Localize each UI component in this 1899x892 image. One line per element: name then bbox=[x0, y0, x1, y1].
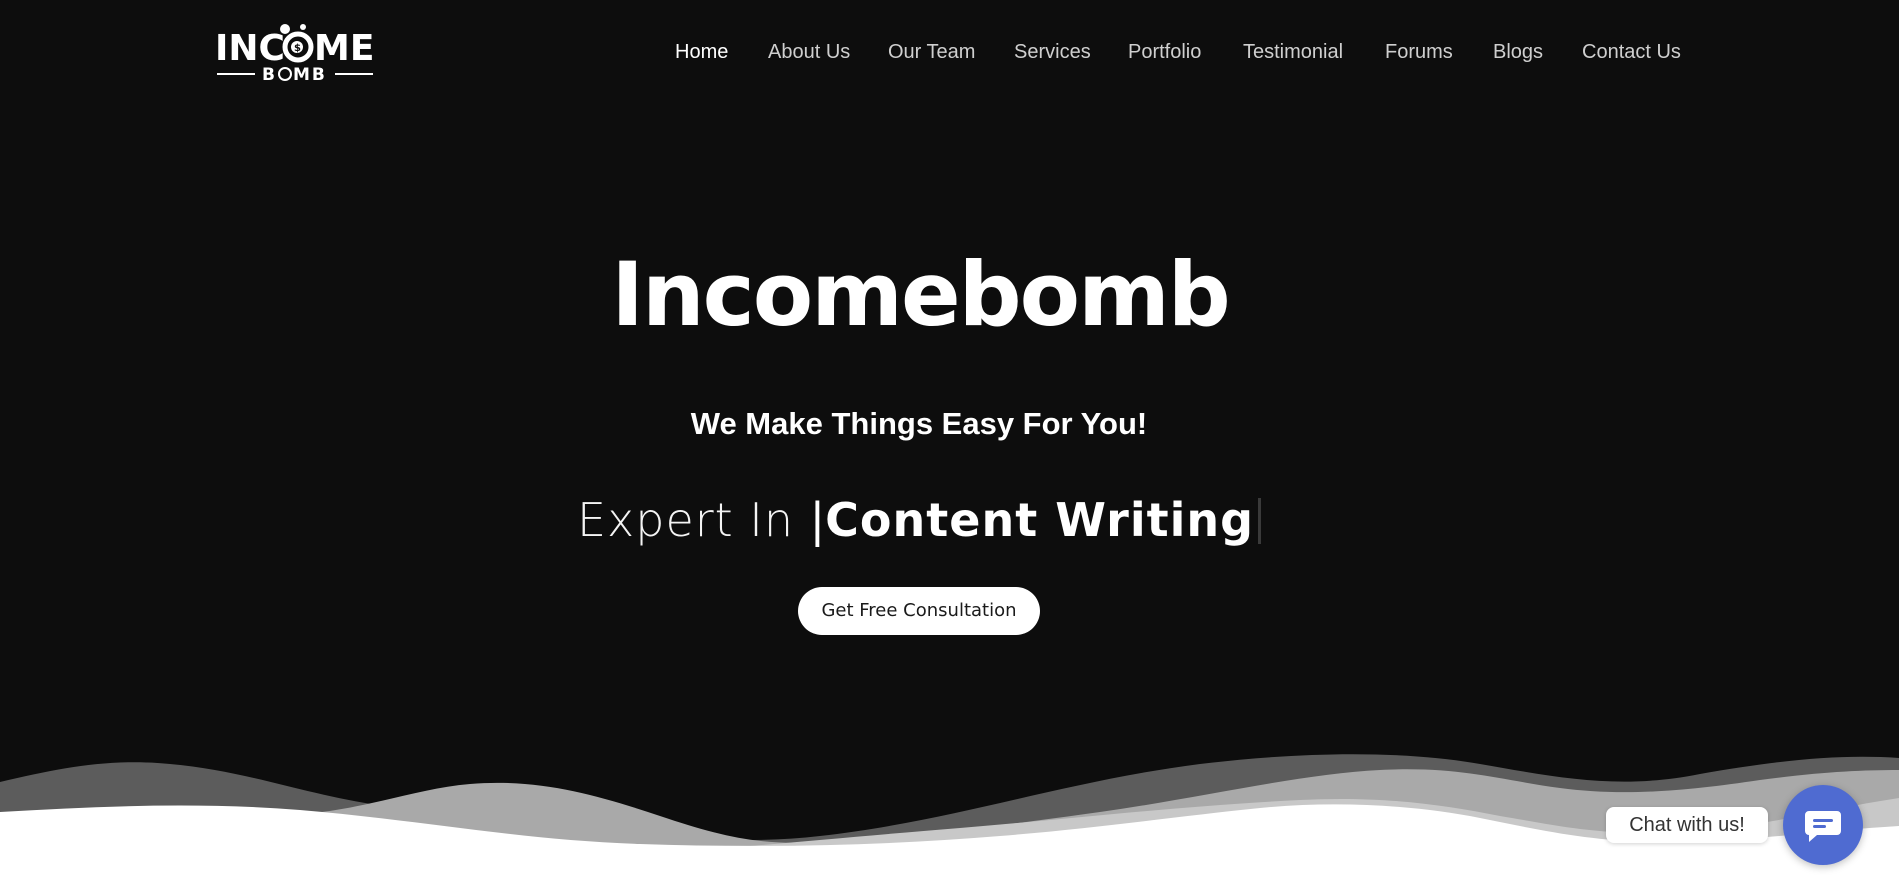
nav-forums[interactable]: Forums bbox=[1385, 38, 1453, 66]
get-free-consultation-button[interactable]: Get Free Consultation bbox=[798, 587, 1040, 635]
expert-rotating-word: Content Writing bbox=[825, 493, 1255, 547]
hero-subtitle: We Make Things Easy For You! bbox=[690, 406, 1148, 441]
chat-bubble-icon bbox=[1805, 811, 1841, 842]
svg-text:B: B bbox=[262, 65, 277, 84]
expert-in-line: Expert In |Content Writing bbox=[0, 490, 1838, 550]
nav-home[interactable]: Home bbox=[675, 38, 728, 66]
chat-with-us-label[interactable]: Chat with us! bbox=[1606, 807, 1768, 843]
typing-caret bbox=[1258, 498, 1262, 544]
svg-text:MB: MB bbox=[293, 65, 327, 84]
nav-our-team[interactable]: Our Team bbox=[888, 38, 975, 66]
expert-bar: | bbox=[809, 493, 826, 547]
expert-prefix: Expert In bbox=[576, 493, 810, 547]
nav-about-us[interactable]: About Us bbox=[768, 38, 850, 66]
page: INC $ ME B MB Home About Us Our Team Ser… bbox=[0, 0, 1899, 892]
nav-portfolio[interactable]: Portfolio bbox=[1128, 38, 1201, 66]
hero-title: Incomebomb bbox=[611, 243, 1231, 346]
nav-blogs[interactable]: Blogs bbox=[1493, 38, 1543, 66]
hero-section: INC $ ME B MB Home About Us Our Team Ser… bbox=[0, 0, 1899, 892]
nav-services[interactable]: Services bbox=[1014, 38, 1091, 66]
main-nav: Home About Us Our Team Services Portfoli… bbox=[0, 38, 1899, 66]
chat-button[interactable] bbox=[1783, 785, 1863, 865]
nav-testimonial[interactable]: Testimonial bbox=[1243, 38, 1343, 66]
nav-contact-us[interactable]: Contact Us bbox=[1582, 38, 1681, 66]
